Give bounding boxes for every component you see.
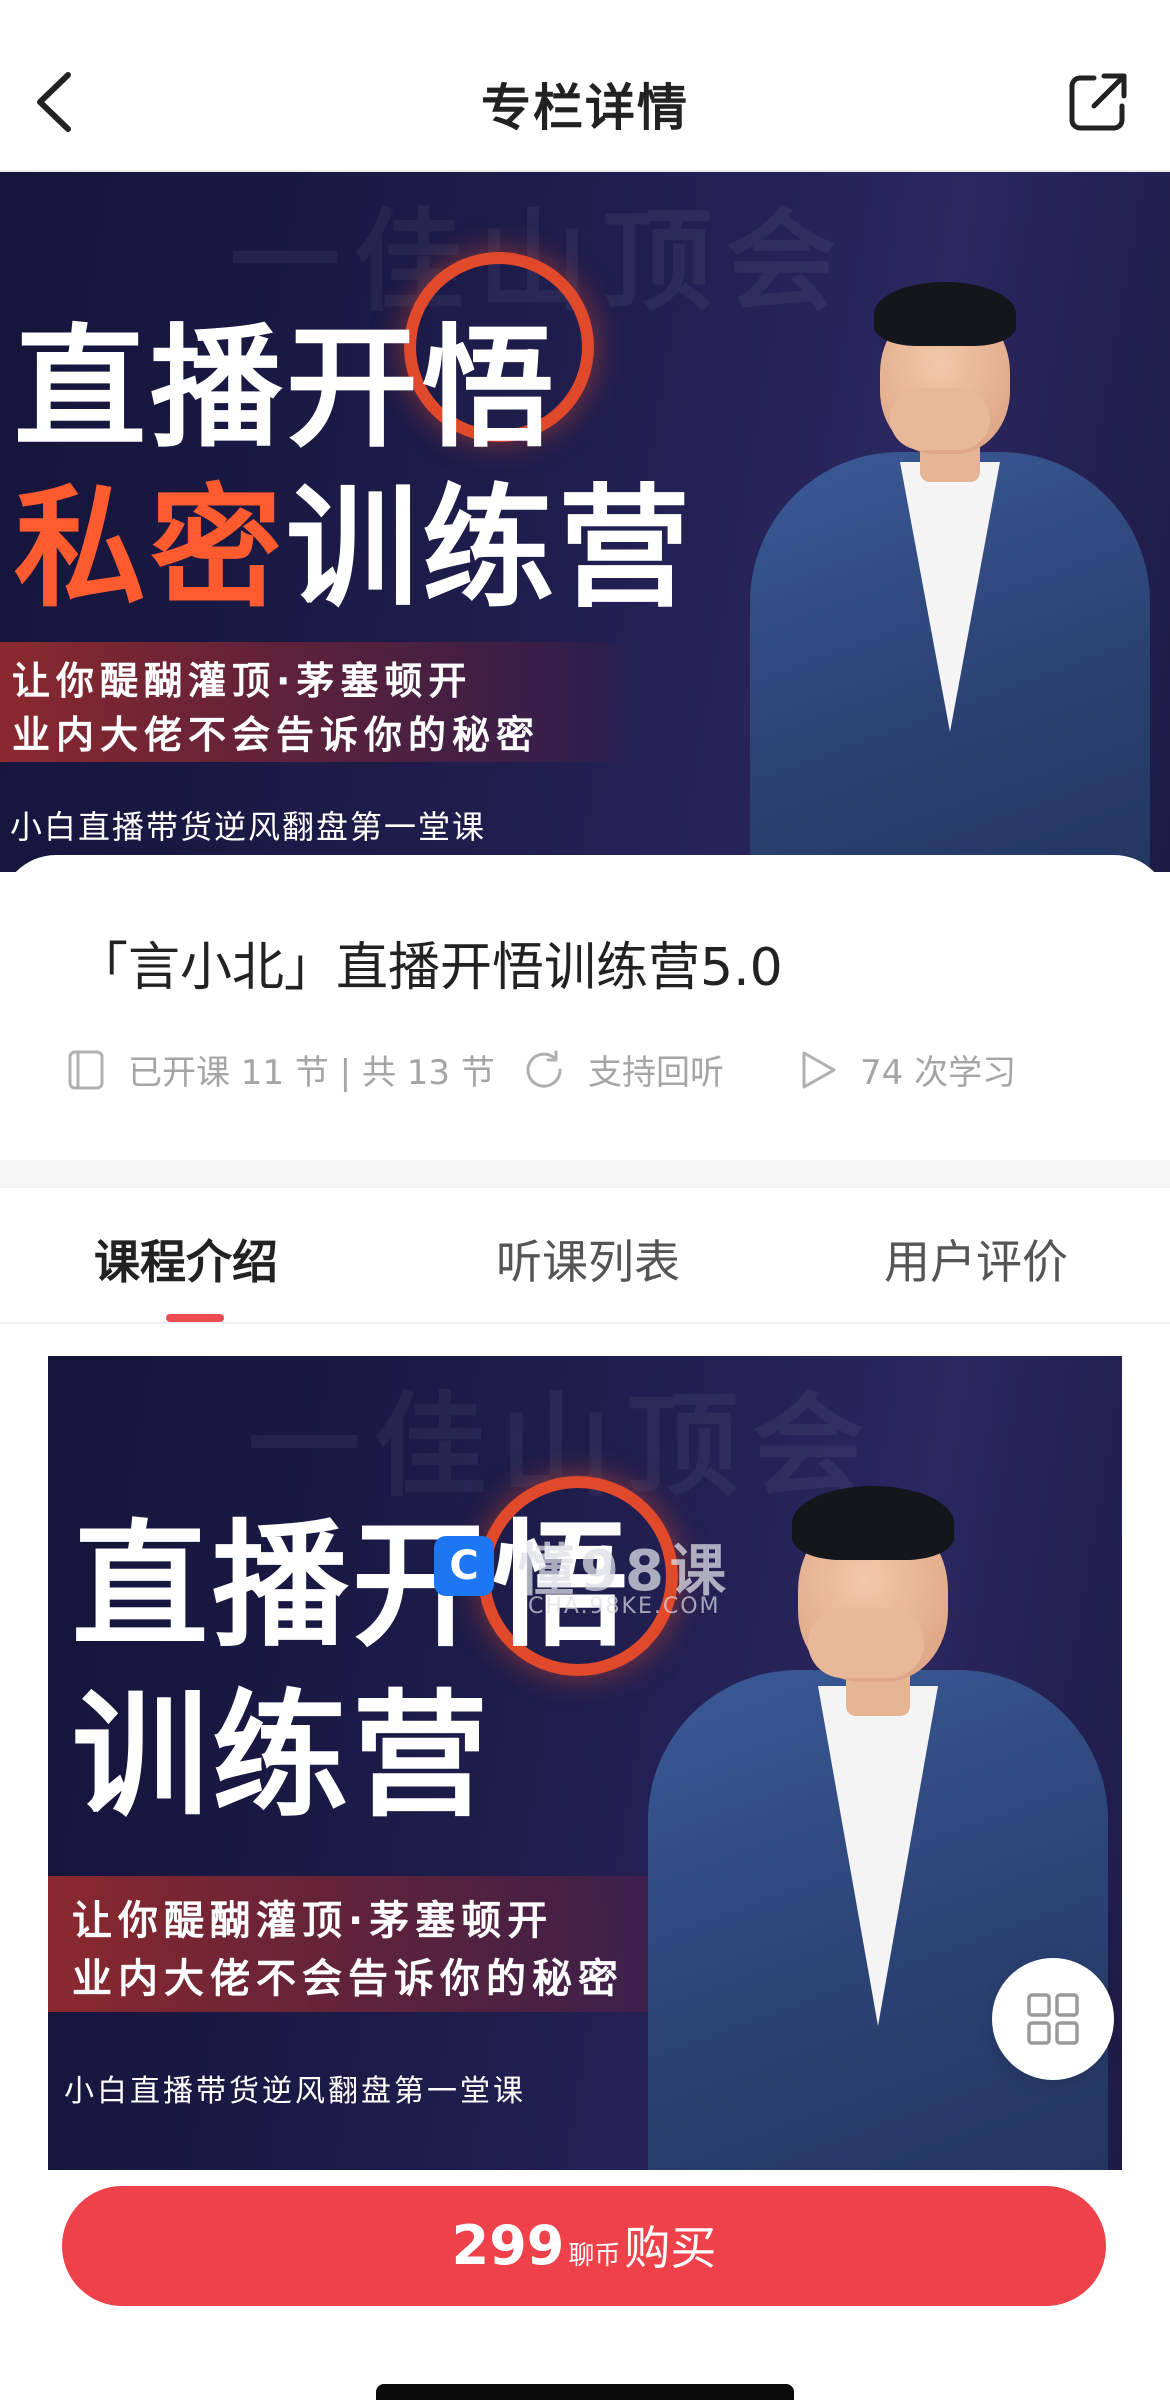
top-navbar: 专栏详情 xyxy=(0,0,1170,172)
course-info-card: 「言小北」直播开悟训练营5.0 已开课 11 节 | 共 13 节 支持回听 7… xyxy=(0,855,1170,1160)
page-title: 专栏详情 xyxy=(481,79,689,137)
content-tabs: 课程介绍 听课列表 用户评价 xyxy=(0,1188,1170,1324)
book-icon xyxy=(68,1050,104,1089)
banner-title-line2: 私密训练营 xyxy=(14,442,694,633)
tab-course-intro[interactable]: 课程介绍 xyxy=(94,1226,278,1292)
section-divider xyxy=(0,1160,1170,1188)
presenter-photo xyxy=(750,282,1150,872)
banner-slogan-band: 让你醍醐灌顶·茅塞顿开 业内大佬不会告诉你的秘密 xyxy=(0,642,640,762)
replay-support-text: 支持回听 xyxy=(588,1053,724,1093)
study-count-text: 74 次学习 xyxy=(860,1053,1017,1093)
active-tab-indicator xyxy=(166,1314,224,1322)
poster-tagline: 小白直播带货逆风翻盘第一堂课 xyxy=(64,2074,526,2109)
grid-icon xyxy=(1027,1993,1079,2045)
banner-tagline: 小白直播带货逆风翻盘第一堂课 xyxy=(10,808,487,846)
banner-slogan-line1: 让你醍醐灌顶·茅塞顿开 xyxy=(12,659,473,703)
poster-slogan-line2: 业内大佬不会告诉你的秘密 xyxy=(72,1956,624,2002)
poster-slogan-line1: 让你醍醐灌顶·茅塞顿开 xyxy=(72,1898,554,1944)
tab-lesson-list[interactable]: 听课列表 xyxy=(496,1226,680,1292)
home-indicator xyxy=(376,2384,794,2400)
banner-slogan-line2: 业内大佬不会告诉你的秘密 xyxy=(12,713,541,757)
course-banner-image: 一佳山顶会 直播开悟 私密训练营 让你醍醐灌顶·茅塞顿开 业内大佬不会告诉你的秘… xyxy=(0,172,1170,872)
poster-title-line2: 训练营 xyxy=(72,1678,492,1836)
buy-currency-unit: 聊币 xyxy=(568,2241,621,2271)
banner-title-accent: 私密 xyxy=(14,472,286,626)
study-count: 74 次学习 xyxy=(798,1045,1016,1094)
buy-button[interactable]: 299 聊币 购买 xyxy=(62,2186,1106,2306)
share-external-icon xyxy=(1069,73,1127,131)
refresh-icon xyxy=(526,1050,562,1088)
lesson-count: 已开课 11 节 | 共 13 节 xyxy=(66,1045,495,1094)
grid-menu-button[interactable] xyxy=(992,1958,1114,2080)
buy-label: 购买 xyxy=(624,2221,717,2275)
course-title: 「言小北」直播开悟训练营5.0 xyxy=(76,938,783,998)
share-button[interactable] xyxy=(1066,70,1130,134)
banner-title-rest: 训练营 xyxy=(286,472,694,626)
replay-support: 支持回听 xyxy=(522,1045,724,1094)
watermark-logo-icon: C xyxy=(434,1536,494,1596)
play-icon xyxy=(802,1051,836,1088)
lesson-count-text: 已开课 11 节 | 共 13 节 xyxy=(128,1053,495,1093)
course-intro-poster: 一佳山顶会 直播开悟 训练营 C 懂98课 CHA.98KE.COM 让你醍醐灌… xyxy=(48,1356,1122,2170)
tab-user-reviews[interactable]: 用户评价 xyxy=(884,1226,1068,1292)
buy-price: 299 xyxy=(451,2214,565,2277)
